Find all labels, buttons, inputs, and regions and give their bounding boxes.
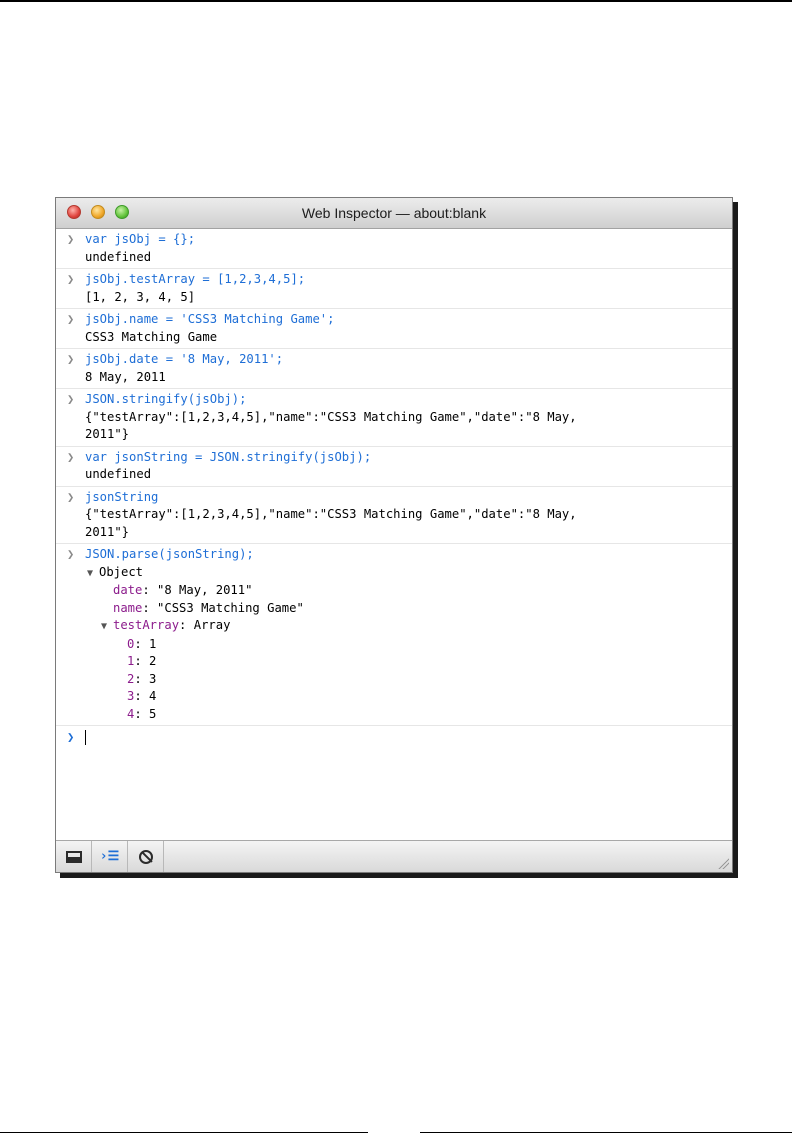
chevron-right-icon: ❯ xyxy=(67,547,75,561)
page-rule-top xyxy=(0,0,792,2)
console-result: undefined xyxy=(85,249,152,264)
page-rule-bottom-right xyxy=(420,1132,792,1133)
console-command: jsonString xyxy=(85,489,159,504)
console-command: jsObj.testArray = [1,2,3,4,5]; xyxy=(85,272,306,286)
console-command: jsObj.name = 'CSS3 Matching Game'; xyxy=(85,312,335,326)
property-value: "CSS3 Matching Game" xyxy=(157,600,304,615)
array-value: 5 xyxy=(149,706,157,721)
chevron-right-icon: ❯ xyxy=(67,312,75,326)
console-input[interactable]: ❯ xyxy=(56,726,732,751)
text-cursor xyxy=(85,730,86,745)
console-entry: ❯ jsObj.date = '8 May, 2011'; 8 May, 2011 xyxy=(56,349,732,389)
console-result: {"testArray":[1,2,3,4,5],"name":"CSS3 Ma… xyxy=(85,409,577,442)
chevron-right-icon: ❯ xyxy=(67,392,75,406)
console-command: JSON.stringify(jsObj); xyxy=(85,392,247,406)
console-entry: ❯ jsonString {"testArray":[1,2,3,4,5],"na… xyxy=(56,487,732,544)
title-bar[interactable]: Web Inspector — about:blank xyxy=(56,198,732,229)
object-label: Object xyxy=(99,564,144,579)
chevron-right-icon: ❯ xyxy=(67,232,75,246)
console-output[interactable]: ❯ var jsObj = {}; undefined ❯ jsObj.testAr… xyxy=(56,229,732,840)
console-command: JSON.parse(jsonString); xyxy=(85,547,254,561)
triangle-down-icon[interactable]: ▼ xyxy=(101,618,113,636)
console-icon: ›☰ xyxy=(99,849,120,864)
clear-console-icon xyxy=(138,849,153,864)
property-key: testArray xyxy=(113,618,180,632)
array-item: 3: 4 xyxy=(127,689,157,703)
chevron-right-icon: ❯ xyxy=(67,489,75,504)
console-result: [1, 2, 3, 4, 5] xyxy=(85,289,196,304)
console-entry: ❯ jsObj.name = 'CSS3 Matching Game'; CSS3… xyxy=(56,309,732,349)
array-node[interactable]: ▼ testArray: Array xyxy=(87,617,732,636)
property-row: date: "8 May, 2011" xyxy=(113,583,253,597)
triangle-down-icon[interactable]: ▼ xyxy=(87,565,99,583)
console-result: 8 May, 2011 xyxy=(85,369,166,384)
property-key: date xyxy=(113,583,143,597)
array-value: 2 xyxy=(149,654,157,668)
array-item: 4: 5 xyxy=(127,706,157,721)
array-item: 1: 2 xyxy=(127,654,157,668)
array-item: 0: 1 xyxy=(127,636,157,651)
console-command: var jsonString = JSON.stringify(jsObj); xyxy=(85,449,372,464)
object-tree: ▼ Object date: "8 May, 2011" name: "CSS3 … xyxy=(56,564,732,724)
console-entry: ❯ var jsObj = {}; undefined xyxy=(56,229,732,269)
array-value: 3 xyxy=(149,671,157,686)
array-label: Array xyxy=(193,618,231,632)
window-title: Web Inspector — about:blank xyxy=(301,205,487,221)
property-key: name xyxy=(113,600,143,615)
console-result: undefined xyxy=(85,467,152,481)
array-value: 4 xyxy=(149,689,157,703)
array-item: 2: 3 xyxy=(127,671,157,686)
chevron-right-icon: ❯ xyxy=(67,352,75,366)
console-entry: ❯ var jsonString = JSON.stringify(jsObj);… xyxy=(56,447,732,487)
chevron-right-icon: ❯ xyxy=(67,730,75,744)
page-rule-bottom-left xyxy=(0,1132,368,1133)
resize-grip-icon[interactable] xyxy=(717,857,729,869)
property-value: "8 May, 2011" xyxy=(157,583,253,597)
property-row: name: "CSS3 Matching Game" xyxy=(113,600,304,615)
array-value: 1 xyxy=(149,636,157,651)
console-result: {"testArray":[1,2,3,4,5],"name":"CSS3 Ma… xyxy=(85,507,577,539)
dock-toggle-button[interactable] xyxy=(56,841,92,872)
console-result: CSS3 Matching Game xyxy=(85,329,218,344)
chevron-right-icon: ❯ xyxy=(67,272,75,286)
show-console-button[interactable]: ›☰ xyxy=(92,841,128,872)
console-entry: ❯ JSON.stringify(jsObj); {"testArray":[1,… xyxy=(56,389,732,447)
console-entry: ❯ jsObj.testArray = [1,2,3,4,5]; [1, 2, 3… xyxy=(56,269,732,309)
clear-console-button[interactable] xyxy=(128,841,164,872)
web-inspector-window: Web Inspector — about:blank ❯ var jsObj =… xyxy=(55,197,733,873)
status-bar: ›☰ xyxy=(56,840,732,872)
console-entry: ❯ JSON.parse(jsonString); ▼ Object date: "… xyxy=(56,544,732,726)
console-command: var jsObj = {}; xyxy=(85,232,196,246)
object-node[interactable]: ▼ Object xyxy=(87,564,732,583)
console-command: jsObj.date = '8 May, 2011'; xyxy=(85,352,284,366)
chevron-right-icon: ❯ xyxy=(67,449,75,464)
dock-icon xyxy=(65,850,82,863)
